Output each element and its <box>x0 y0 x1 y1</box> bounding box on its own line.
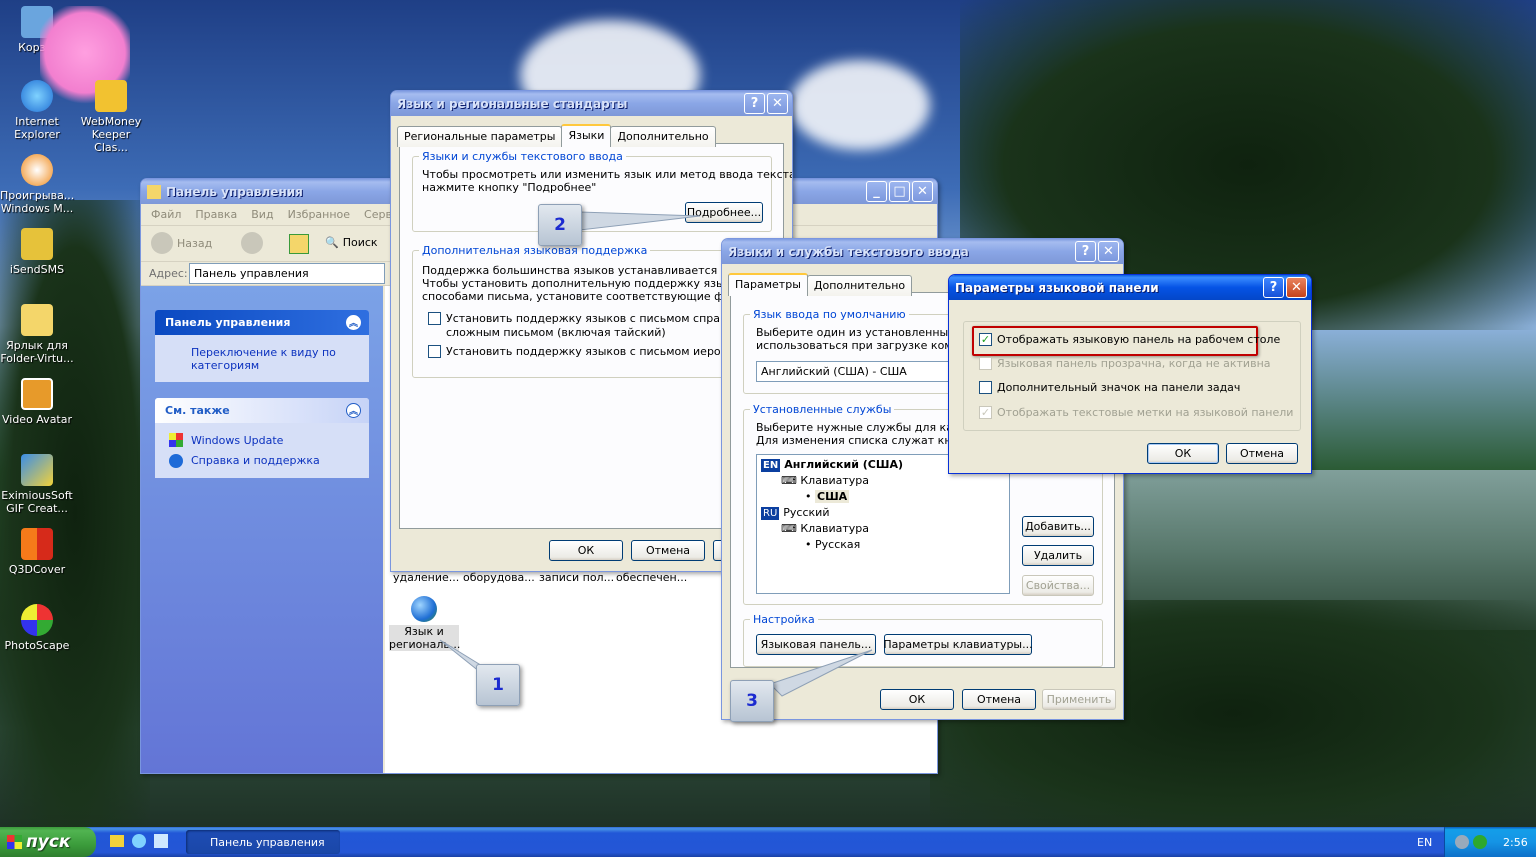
system-tray: 2:56 <box>1444 827 1536 857</box>
tab-languages[interactable]: Языки <box>561 124 612 147</box>
tab-settings[interactable]: Параметры <box>728 273 808 296</box>
taskbar-control-panel[interactable]: Панель управления <box>186 830 340 854</box>
clock[interactable]: 2:56 <box>1503 836 1528 849</box>
quicklaunch-ie-icon[interactable] <box>132 834 146 848</box>
tray-network-icon[interactable] <box>1455 835 1469 849</box>
tab-advanced[interactable]: Дополнительно <box>806 275 913 296</box>
quicklaunch-desktop-icon[interactable] <box>110 835 124 847</box>
tab-advanced[interactable]: Дополнительно <box>610 126 716 147</box>
callout-2: 2 <box>538 204 582 246</box>
tab-regional[interactable]: Региональные параметры <box>397 126 563 147</box>
language-indicator[interactable]: EN <box>1417 836 1432 849</box>
callout-3: 3 <box>730 680 774 722</box>
start-button[interactable]: пуск <box>0 827 96 857</box>
callout-1: 1 <box>476 664 520 706</box>
quicklaunch-messenger-icon[interactable] <box>154 834 168 848</box>
tray-status-icon[interactable] <box>1473 835 1487 849</box>
taskbar: пуск Панель управления EN 2:56 <box>0 827 1536 857</box>
windows-flag-icon <box>7 835 22 849</box>
